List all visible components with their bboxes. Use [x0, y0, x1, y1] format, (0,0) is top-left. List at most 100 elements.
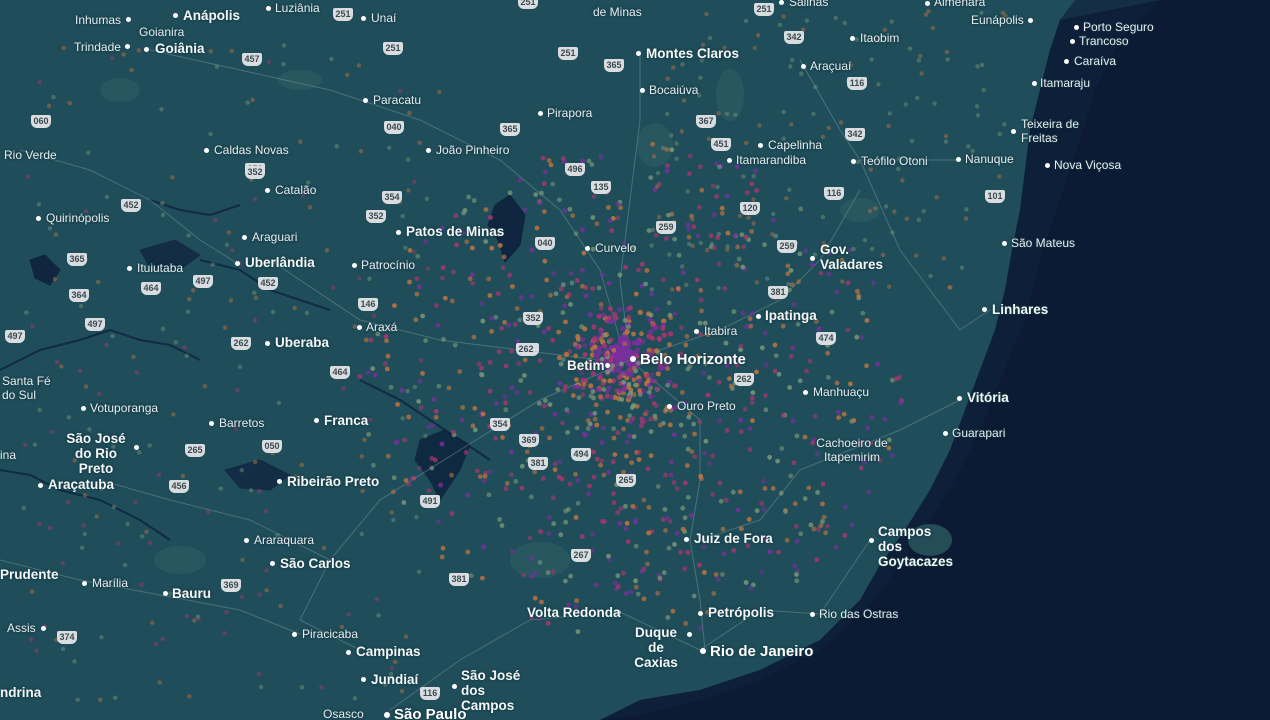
city-label-rio-das-ostras[interactable]: Rio das Ostras [819, 607, 898, 621]
city-label-araraquara[interactable]: Araraquara [254, 533, 314, 547]
city-label-itaobim[interactable]: Itaobim [860, 31, 899, 45]
city-label-rio-verde[interactable]: Rio Verde [4, 148, 57, 162]
city-label-ouro-preto[interactable]: Ouro Preto [677, 399, 736, 413]
city-label-guarapari[interactable]: Guarapari [952, 426, 1005, 440]
city-label-presidente-prudente[interactable]: Prudente [0, 567, 59, 582]
city-label-araxa[interactable]: Araxá [366, 320, 397, 334]
city-label-belo-horizonte[interactable]: Belo Horizonte [640, 351, 746, 368]
city-label-uberaba[interactable]: Uberaba [275, 335, 329, 350]
data-point [797, 251, 803, 257]
city-label-ituiutaba[interactable]: Ituiutaba [137, 261, 183, 275]
data-point [240, 557, 245, 563]
city-label-itamaraju[interactable]: Itamaraju [1040, 76, 1090, 90]
city-label-osasco[interactable]: Osasco [323, 707, 364, 720]
city-label-rio-de-janeiro[interactable]: Rio de Janeiro [710, 643, 813, 660]
data-point [580, 337, 586, 342]
city-label-volta-redonda[interactable]: Volta Redonda [527, 605, 621, 620]
data-point [628, 373, 634, 379]
city-label-bauru[interactable]: Bauru [172, 586, 211, 601]
city-label-capelinha[interactable]: Capelinha [768, 138, 822, 152]
city-label-itamarandiba[interactable]: Itamarandiba [736, 153, 806, 167]
city-label-montes-claros[interactable]: Montes Claros [646, 46, 739, 61]
city-label-aracuai[interactable]: Araçuaí [810, 59, 851, 73]
map-canvas[interactable]: Belo Horizonte Rio de Janeiro São Paulo … [0, 0, 1270, 720]
data-point [635, 339, 641, 345]
data-point [678, 422, 684, 428]
city-label-franca[interactable]: Franca [324, 413, 368, 428]
city-label-campinas[interactable]: Campinas [356, 644, 421, 659]
city-label-luziania[interactable]: Luziânia [275, 1, 320, 15]
data-point [820, 519, 825, 524]
city-label-nova-vicosa[interactable]: Nova Viçosa [1054, 158, 1121, 172]
city-label-curvelo[interactable]: Curvelo [595, 241, 636, 255]
city-label-joao-pinheiro[interactable]: João Pinheiro [436, 143, 509, 157]
city-label-trindade[interactable]: Trindade [74, 40, 121, 54]
city-label-de-minas[interactable]: de Minas [593, 5, 642, 19]
city-label-patrocinio[interactable]: Patrocínio [361, 258, 415, 272]
city-label-almenara[interactable]: Almenara [934, 0, 985, 9]
city-label-bocaiuva[interactable]: Bocaiúva [649, 83, 698, 97]
city-label-sao-carlos[interactable]: São Carlos [280, 556, 351, 571]
city-label-sao-mateus[interactable]: São Mateus [1011, 236, 1075, 250]
data-point [24, 310, 29, 315]
data-point [406, 188, 411, 193]
city-label-juiz-de-fora[interactable]: Juiz de Fora [694, 531, 773, 546]
city-label-vitoria[interactable]: Vitória [967, 390, 1009, 405]
city-label-petropolis[interactable]: Petrópolis [708, 605, 774, 620]
city-label-nanuque[interactable]: Nanuque [965, 152, 1014, 166]
city-label-barretos[interactable]: Barretos [219, 416, 264, 430]
city-label-piracicaba[interactable]: Piracicaba [302, 627, 358, 641]
city-label-goianira[interactable]: Goianira [139, 25, 184, 39]
city-label-ipatinga[interactable]: Ipatinga [765, 308, 817, 323]
city-label-campos-dos-goytacazes[interactable]: Campos dos Goytacazes [878, 524, 958, 569]
city-label-marilia[interactable]: Marília [92, 576, 128, 590]
city-label-anapolis[interactable]: Anápolis [183, 8, 240, 23]
city-label-votuporanga[interactable]: Votuporanga [90, 401, 158, 415]
city-label-unai[interactable]: Unaí [371, 11, 396, 25]
city-label-uberlandia[interactable]: Uberlândia [245, 255, 315, 270]
city-label-goiania[interactable]: Goiânia [155, 41, 205, 56]
city-label-quirinopolis[interactable]: Quirinópolis [46, 211, 109, 225]
data-point [918, 53, 923, 59]
city-label-duque-de-caxias[interactable]: Duque de Caxias [626, 625, 686, 670]
city-label-santa-fe-do-sul[interactable]: Santa Fé do Sul [2, 374, 60, 402]
city-label-itabira[interactable]: Itabira [704, 324, 737, 338]
city-label-pirapora[interactable]: Pirapora [547, 106, 592, 120]
city-label-sao-paulo[interactable]: São Paulo [394, 706, 467, 720]
city-label-salinas[interactable]: Salinas [789, 0, 828, 9]
city-label-inhumas[interactable]: Inhumas [75, 13, 121, 27]
city-label-betim[interactable]: Betim [567, 358, 605, 373]
data-point [761, 478, 767, 484]
city-label-jundiai[interactable]: Jundiaí [371, 672, 418, 687]
data-point [360, 488, 365, 494]
city-label-manhuacu[interactable]: Manhuaçu [813, 385, 869, 399]
city-label-ribeirao-preto[interactable]: Ribeirão Preto [287, 474, 379, 489]
city-label-sao-jose-dos-campos[interactable]: São José dos Campos [461, 668, 539, 713]
data-point [765, 276, 770, 281]
data-point [423, 239, 428, 245]
city-label-caraiva[interactable]: Caraíva [1074, 54, 1116, 68]
city-label-catalao[interactable]: Catalão [275, 183, 316, 197]
data-point [75, 697, 80, 702]
data-point [833, 15, 838, 20]
city-label-caldas-novas[interactable]: Caldas Novas [214, 143, 289, 157]
data-point [629, 460, 634, 466]
city-label-eunapolis[interactable]: Eunápolis [971, 13, 1024, 27]
city-label-sao-jose-do-rio-preto[interactable]: São José do Rio Preto [58, 431, 134, 476]
city-label-ilha-solteira[interactable]: ina [0, 448, 16, 462]
data-point [722, 286, 728, 291]
city-label-cachoeiro-de-itapemirim[interactable]: Cachoeiro de Itapemirim [810, 436, 894, 464]
city-label-assis[interactable]: Assis [7, 621, 36, 635]
city-label-aracatuba[interactable]: Araçatuba [48, 477, 114, 492]
city-label-porto-seguro[interactable]: Porto Seguro [1083, 20, 1154, 34]
city-label-teofilo-otoni[interactable]: Teófilo Otoni [861, 154, 928, 168]
data-point [849, 522, 855, 528]
city-label-linhares[interactable]: Linhares [992, 302, 1048, 317]
city-label-andradina[interactable]: ndrina [0, 685, 41, 700]
city-label-araguari[interactable]: Araguari [252, 230, 297, 244]
city-label-paracatu[interactable]: Paracatu [373, 93, 421, 107]
city-label-gov-valadares[interactable]: Gov. Valadares [820, 242, 883, 272]
city-label-trancoso[interactable]: Trancoso [1079, 34, 1129, 48]
city-label-teixeira-de-freitas[interactable]: Teixeira de Freitas [1021, 117, 1083, 145]
city-label-patos-de-minas[interactable]: Patos de Minas [406, 224, 504, 239]
